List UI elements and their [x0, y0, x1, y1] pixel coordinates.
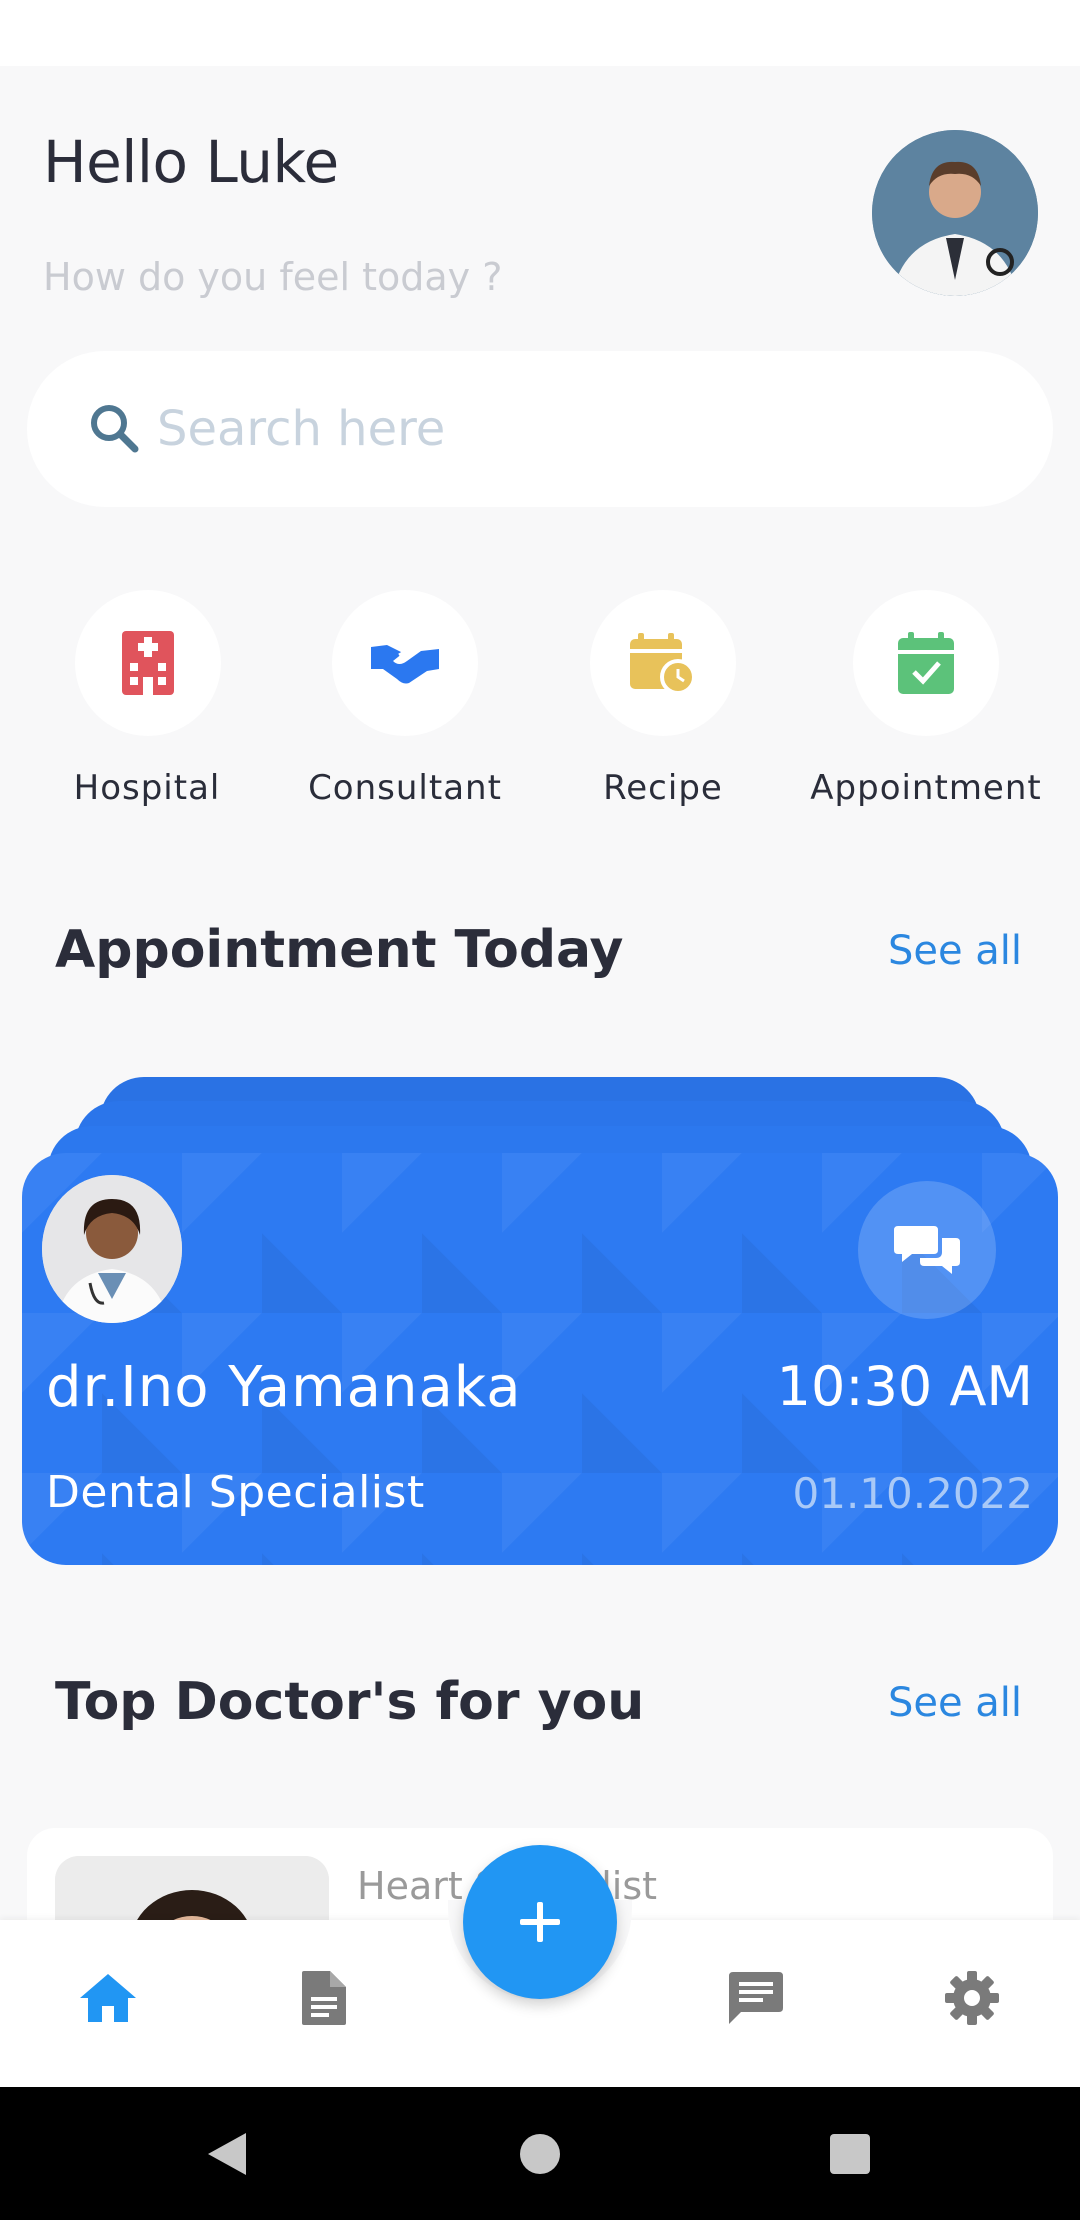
category-label-hospital: Hospital	[73, 768, 221, 808]
category-appointment-button[interactable]	[853, 590, 999, 736]
appointment-card[interactable]: dr.Ino Yamanaka 10:30 AM Dental Speciali…	[22, 1153, 1058, 1565]
document-icon	[302, 1971, 346, 2025]
category-consultant-button[interactable]	[332, 590, 478, 736]
hospital-icon	[122, 631, 174, 695]
search-bar[interactable]	[27, 351, 1053, 507]
nav-messages[interactable]	[716, 1958, 796, 2038]
chat-button[interactable]	[858, 1181, 996, 1319]
top-doctors-section-title: Top Doctor's for you	[55, 1672, 645, 1732]
appointment-date: 01.10.2022	[792, 1469, 1033, 1518]
system-back-button[interactable]	[192, 2119, 262, 2189]
nav-settings[interactable]	[932, 1958, 1012, 2038]
chat-bubbles-icon	[894, 1226, 960, 1274]
category-label-appointment: Appointment	[810, 768, 1042, 808]
system-home-button[interactable]	[505, 2119, 575, 2189]
top-doctors-see-all-link[interactable]: See all	[888, 1680, 1022, 1726]
system-recents-button[interactable]	[815, 2119, 885, 2189]
home-icon	[80, 1974, 136, 2022]
nav-documents[interactable]	[284, 1958, 364, 2038]
chat-icon	[729, 1972, 783, 2024]
greeting-title: Hello Luke	[43, 128, 339, 196]
add-icon	[520, 1902, 560, 1942]
home-circle-icon	[520, 2134, 560, 2174]
add-button[interactable]	[463, 1845, 617, 1999]
user-avatar[interactable]	[872, 130, 1038, 296]
appointment-see-all-link[interactable]: See all	[888, 928, 1022, 974]
doctor-avatar	[42, 1175, 182, 1323]
system-navigation-bar	[0, 2087, 1080, 2220]
search-input[interactable]	[157, 391, 977, 467]
status-bar	[0, 0, 1080, 66]
appointment-time: 10:30 AM	[776, 1355, 1033, 1418]
greeting-subtitle: How do you feel today ?	[43, 255, 503, 299]
appointment-section-title: Appointment Today	[55, 920, 624, 980]
search-icon	[91, 405, 139, 453]
doctor-name: dr.Ino Yamanaka	[46, 1355, 522, 1420]
category-recipe-button[interactable]	[590, 590, 736, 736]
calendar-clock-icon	[630, 633, 696, 695]
recents-square-icon	[830, 2134, 870, 2174]
doctor-specialty: Dental Specialist	[46, 1467, 425, 1518]
settings-icon	[945, 1971, 999, 2025]
category-label-consultant: Consultant	[308, 768, 502, 808]
back-triangle-icon	[208, 2133, 246, 2175]
category-label-recipe: Recipe	[603, 768, 723, 808]
nav-home[interactable]	[68, 1958, 148, 2038]
handshake-icon	[371, 645, 439, 684]
calendar-check-icon	[898, 632, 954, 694]
category-hospital-button[interactable]	[75, 590, 221, 736]
